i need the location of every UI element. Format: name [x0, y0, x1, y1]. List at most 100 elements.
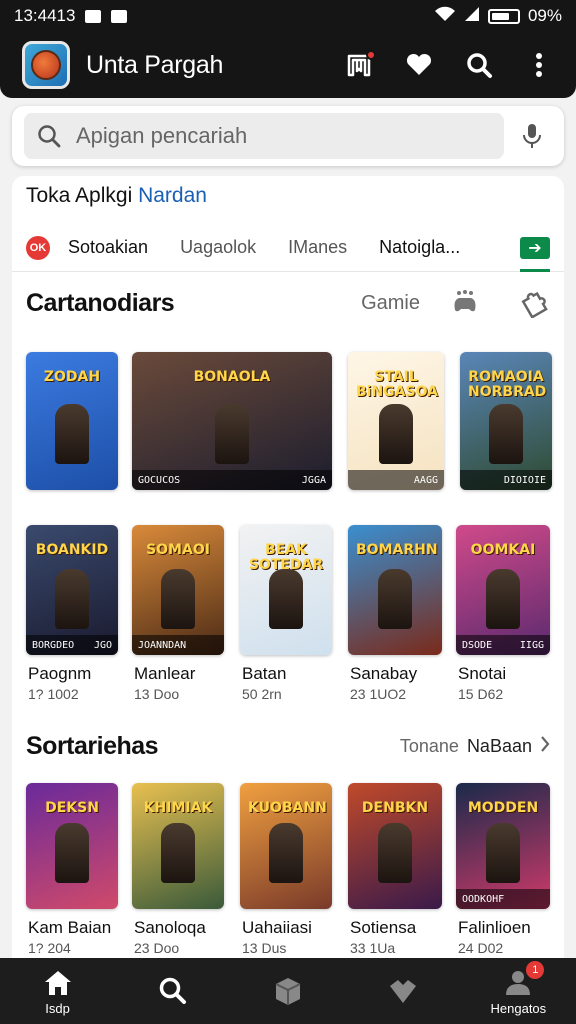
game-tile-footer-left: BORGDEO [32, 639, 75, 651]
game-title[interactable]: Falinlioen [458, 918, 531, 938]
game-character-art [489, 404, 523, 464]
tab-natoigla[interactable]: Natoigla... [379, 237, 460, 258]
nav-label: Hengatos [490, 1000, 547, 1016]
game-tile-logo: DENBKN [361, 800, 429, 816]
game-tile[interactable]: KHIMIAK [132, 783, 224, 909]
search-button[interactable] [464, 50, 494, 80]
game-tile[interactable]: DENBKN [348, 783, 442, 909]
battery-percent: 09% [527, 6, 562, 25]
status-bar: 13:4413 09% [0, 0, 576, 32]
game-character-art [269, 569, 303, 629]
game-tile[interactable]: ZODAH [26, 352, 118, 490]
app-title: Unta Pargah [86, 50, 224, 79]
game-tile-logo: DEKSN [45, 800, 99, 816]
game-meta: 1? 1002 [28, 686, 79, 702]
game-title[interactable]: Manlear [134, 664, 195, 684]
game-character-art [378, 569, 412, 629]
game-tile-logo: KHIMIAK [143, 800, 213, 816]
nav-search[interactable] [123, 975, 223, 1007]
chevron-right-icon [540, 735, 550, 758]
game-tile-logo: KUOBANN [248, 800, 327, 816]
search-input[interactable] [76, 123, 492, 149]
store-title-accent: Nardan [138, 184, 207, 207]
game-tile[interactable]: KUOBANN [240, 783, 332, 909]
game-title[interactable]: Sanabay [350, 664, 417, 684]
game-title[interactable]: Uahaiiasi [242, 918, 312, 938]
game-tile-logo: STAIL BiNGASOA [356, 369, 438, 400]
search-box[interactable] [24, 113, 504, 159]
game-character-art [55, 823, 89, 883]
game-character-art [215, 404, 249, 464]
game-meta: 15 D62 [458, 686, 504, 702]
game-tile-logo: MODDEN [467, 800, 539, 816]
shield-icon [390, 980, 417, 1003]
home-icon [44, 970, 71, 995]
game-tile-footer-right: DIOIOIE [503, 474, 546, 486]
section-header-2: Sortariehas Tonane NaBaan [26, 732, 550, 761]
section-filter[interactable]: Gamie [361, 292, 420, 315]
game-title[interactable]: Batan [242, 664, 286, 684]
nav-account[interactable]: 1 Hengatos [468, 960, 568, 1016]
game-character-art [486, 569, 520, 629]
see-more-link[interactable]: Tonane NaBaan [400, 735, 550, 758]
game-tile-footer-left: DSODE [462, 639, 493, 651]
more-options-button[interactable] [524, 50, 554, 80]
game-tile-logo: ROMAOIA NORBRAD [468, 369, 547, 400]
game-title[interactable]: Sanoloqa [134, 918, 206, 938]
controller-icon[interactable] [450, 288, 480, 318]
search-icon [159, 977, 186, 1004]
game-meta: 1? 204 [28, 940, 71, 956]
tabs-next-button[interactable]: ➔ [520, 236, 550, 259]
game-tile-footer-left: JOANNDAN [138, 639, 187, 651]
bookmark-library-button[interactable] [344, 50, 376, 80]
game-title[interactable]: Sotiensa [350, 918, 416, 938]
game-meta: 13 Dus [242, 940, 287, 956]
puzzle-icon[interactable] [520, 288, 550, 318]
search-icon [467, 53, 492, 78]
tab-sotoakian[interactable]: Sotoakian [68, 237, 148, 258]
tab-indicator [520, 269, 550, 272]
game-tile[interactable]: STAIL BiNGASOA AAGG [348, 352, 444, 490]
game-tile[interactable]: BONAOLA GOCUCOS JGGA [132, 352, 332, 490]
game-tile-logo: SOMAOI [146, 542, 210, 558]
game-tile-footer-left: GOCUCOS [138, 474, 181, 486]
microphone-icon [523, 124, 541, 148]
game-title[interactable]: Kam Baian [28, 918, 111, 938]
game-character-art [55, 404, 89, 464]
game-tile[interactable]: OOMKAI DSODE IIGG [456, 525, 550, 655]
game-character-art [378, 823, 412, 883]
game-meta: 24 D02 [458, 940, 504, 956]
game-tile[interactable]: BOANKID BORGDEO JGO [26, 525, 118, 655]
arrow-right-icon: ➔ [528, 239, 542, 257]
favorites-button[interactable] [404, 50, 434, 80]
nav-home[interactable]: Isdp [8, 967, 108, 1016]
notification-dot [366, 50, 376, 60]
bottom-navigation: Isdp 1 Hengatos [0, 958, 576, 1024]
section-title: Sortariehas [26, 732, 159, 760]
battery-icon [487, 8, 520, 24]
game-character-art [269, 823, 303, 883]
nav-library[interactable] [353, 975, 453, 1007]
status-time: 13:4413 [14, 6, 76, 25]
game-tile[interactable]: DEKSN [26, 783, 118, 909]
game-tile[interactable]: SOMAOI JOANNDAN [132, 525, 224, 655]
game-tile[interactable]: ROMAOIA NORBRAD DIOIOIE [460, 352, 552, 490]
game-tile-logo: BEAK SOTEDAR [248, 542, 324, 573]
game-tile[interactable]: BOMARHN [348, 525, 442, 655]
nav-apps[interactable] [238, 975, 338, 1007]
game-tile[interactable]: MODDEN OODKOHF [456, 783, 550, 909]
game-title[interactable]: Snotai [458, 664, 506, 684]
game-tile[interactable]: BEAK SOTEDAR [240, 525, 332, 655]
game-title[interactable]: Paognm [28, 664, 91, 684]
app-logo-icon[interactable] [22, 41, 70, 89]
tab-imanes[interactable]: IManes [288, 237, 347, 258]
voice-search-button[interactable] [512, 123, 552, 149]
game-tile-footer: GOCUCOS JGGA [132, 470, 332, 490]
category-tabs: OK Sotoakian Uagaolok IManes Natoigla...… [12, 224, 564, 272]
see-more-label: NaBaan [466, 736, 532, 756]
game-tile-footer: JOANNDAN [132, 635, 224, 655]
box-icon [275, 978, 301, 1005]
more-vert-icon [536, 53, 542, 77]
game-tile-footer-left: OODKOHF [462, 893, 505, 905]
tab-uagaolok[interactable]: Uagaolok [180, 237, 256, 258]
